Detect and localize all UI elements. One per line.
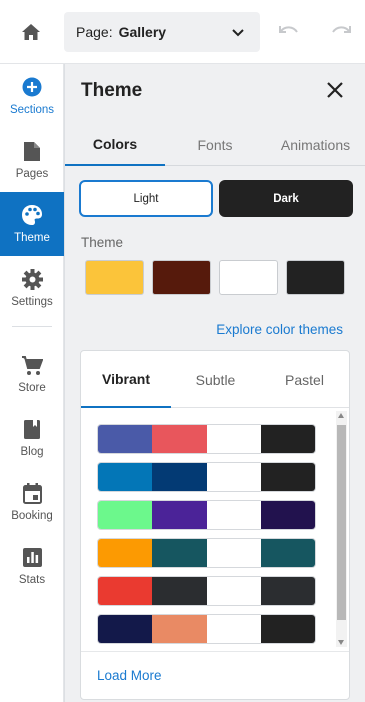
nav-label-store: Store (18, 382, 46, 394)
palette-color-segment (260, 501, 315, 529)
scroll-down-arrow-icon[interactable] (338, 640, 344, 645)
palette-color-segment (206, 577, 261, 605)
chart-icon (21, 546, 43, 568)
top-bar: Page: Gallery (0, 0, 365, 64)
palette-option[interactable] (97, 424, 316, 454)
theme-swatch-3[interactable] (219, 260, 278, 295)
theme-swatch-4[interactable] (286, 260, 345, 295)
cart-icon (21, 354, 43, 376)
theme-label: Theme (81, 235, 124, 250)
tab-pastel[interactable]: Pastel (260, 351, 349, 408)
page-icon (21, 140, 43, 162)
chevron-down-icon (232, 29, 244, 37)
load-more-link[interactable]: Load More (97, 668, 162, 683)
page-select-label: Page: (76, 24, 113, 40)
palette-color-segment (152, 577, 207, 605)
close-icon (327, 82, 343, 98)
panel-title: Theme (81, 80, 143, 101)
palette-color-segment (260, 577, 315, 605)
calendar-icon (21, 482, 43, 504)
nav-label-blog: Blog (20, 446, 44, 458)
palette-color-segment (98, 577, 153, 605)
palette-color-segment (98, 615, 153, 643)
tab-subtle[interactable]: Subtle (171, 351, 260, 408)
nav-item-theme[interactable]: Theme (0, 192, 64, 256)
nav-item-blog[interactable]: Blog (0, 406, 64, 470)
palette-option[interactable] (97, 576, 316, 606)
palette-color-segment (206, 501, 261, 529)
palette-color-segment (98, 463, 153, 491)
nav-divider (12, 326, 52, 327)
palette-color-segment (260, 615, 315, 643)
panel-tabs: Colors Fonts Animations (65, 124, 365, 166)
theme-panel: Theme Colors Fonts Animations Light Dark… (64, 64, 365, 702)
light-mode-button[interactable]: Light (79, 180, 213, 217)
theme-swatch-2[interactable] (152, 260, 211, 295)
page-select[interactable]: Page: Gallery (64, 12, 260, 52)
palette-color-segment (206, 463, 261, 491)
nav-item-sections[interactable]: Sections (0, 64, 64, 128)
nav-label-pages: Pages (15, 168, 49, 180)
color-themes-tabs: Vibrant Subtle Pastel (81, 351, 349, 408)
palette-color-segment (98, 501, 153, 529)
color-themes-card: Vibrant Subtle Pastel Load More (80, 350, 350, 700)
plus-circle-icon (21, 76, 43, 98)
nav-label-stats: Stats (18, 574, 46, 586)
redo-button[interactable] (330, 22, 352, 47)
undo-icon (279, 26, 298, 33)
nav-label-settings: Settings (11, 296, 53, 308)
book-icon (21, 418, 43, 440)
nav-item-stats[interactable]: Stats (0, 534, 64, 598)
nav-label-theme: Theme (14, 232, 50, 244)
tab-animations[interactable]: Animations (265, 124, 365, 166)
page-select-value: Gallery (118, 24, 167, 40)
palette-color-segment (260, 425, 315, 453)
theme-swatch-1[interactable] (85, 260, 144, 295)
palette-option[interactable] (97, 500, 316, 530)
nav-label-booking: Booking (11, 510, 53, 522)
palette-color-segment (260, 539, 315, 567)
dark-mode-button[interactable]: Dark (219, 180, 353, 217)
palette-color-segment (152, 539, 207, 567)
palette-color-segment (206, 425, 261, 453)
left-nav: Sections Pages Theme Settings Store Blog (0, 64, 64, 702)
home-button[interactable] (18, 20, 44, 44)
palette-color-segment (152, 615, 207, 643)
redo-icon (332, 26, 351, 33)
nav-item-settings[interactable]: Settings (0, 256, 64, 320)
scrollbar-thumb[interactable] (337, 425, 346, 620)
palette-color-segment (206, 615, 261, 643)
nav-item-booking[interactable]: Booking (0, 470, 64, 534)
home-icon (22, 24, 40, 40)
scroll-up-arrow-icon[interactable] (338, 413, 344, 418)
tab-colors[interactable]: Colors (65, 124, 165, 166)
palette-color-segment (152, 501, 207, 529)
palette-option[interactable] (97, 462, 316, 492)
gear-icon (21, 268, 43, 290)
palette-color-segment (98, 425, 153, 453)
palette-scrollbar[interactable] (336, 411, 347, 647)
card-divider (81, 651, 349, 652)
tab-fonts[interactable]: Fonts (165, 124, 265, 166)
palette-color-segment (98, 539, 153, 567)
palette-color-segment (152, 463, 207, 491)
undo-button[interactable] (278, 22, 300, 47)
palette-color-segment (260, 463, 315, 491)
explore-color-themes-link[interactable]: Explore color themes (216, 322, 343, 337)
close-button[interactable] (325, 80, 345, 100)
palette-option[interactable] (97, 538, 316, 568)
tab-vibrant[interactable]: Vibrant (81, 351, 171, 408)
nav-item-pages[interactable]: Pages (0, 128, 64, 192)
nav-item-store[interactable]: Store (0, 342, 64, 406)
palette-option[interactable] (97, 614, 316, 644)
nav-label-sections: Sections (9, 104, 55, 116)
palette-color-segment (206, 539, 261, 567)
palette-color-segment (152, 425, 207, 453)
palette-icon (21, 204, 43, 226)
